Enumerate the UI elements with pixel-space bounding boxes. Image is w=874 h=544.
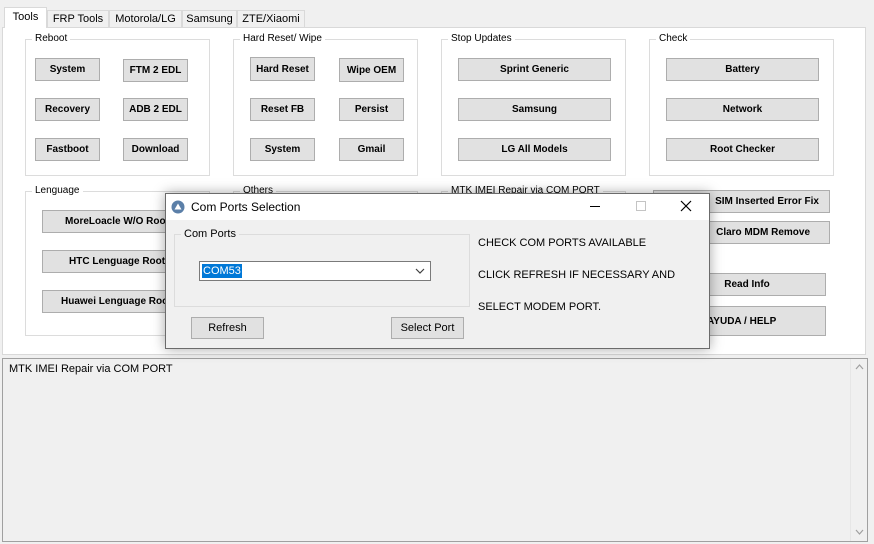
instruction-line-1: CHECK COM PORTS AVAILABLE — [478, 237, 647, 249]
refresh-button[interactable]: Refresh — [191, 317, 264, 339]
reboot-group-title: Reboot — [32, 33, 71, 45]
stop-updates-group-title: Stop Updates — [448, 33, 515, 45]
ftm-2-edl-button[interactable]: FTM 2 EDL — [123, 59, 188, 82]
app-icon — [171, 200, 185, 214]
reset-fb-button[interactable]: Reset FB — [250, 98, 315, 121]
stop-updates-group: Stop Updates Sprint Generic Samsung LG A… — [441, 33, 626, 176]
scroll-down-icon[interactable] — [851, 524, 867, 541]
check-group-title: Check — [656, 33, 691, 45]
selected-com-port: COM53 — [202, 264, 242, 278]
adb-2-edl-button[interactable]: ADB 2 EDL — [123, 98, 188, 121]
com-port-select[interactable]: COM53 — [199, 261, 431, 281]
gmail-button[interactable]: Gmail — [339, 138, 404, 161]
select-port-button[interactable]: Select Port — [391, 317, 464, 339]
tab-samsung[interactable]: Samsung — [182, 10, 237, 27]
reboot-system-button[interactable]: System — [35, 58, 100, 81]
check-group: Check Battery Network Root Checker — [649, 33, 834, 176]
log-scrollbar[interactable] — [850, 359, 867, 541]
tab-motorola-lg[interactable]: Motorola/LG — [109, 10, 182, 27]
com-ports-group-title: Com Ports — [181, 228, 239, 240]
tab-tools[interactable]: Tools — [4, 7, 47, 28]
dialog-titlebar[interactable]: Com Ports Selection — [166, 194, 709, 220]
chevron-down-icon[interactable] — [414, 264, 426, 278]
wipe-oem-button[interactable]: Wipe OEM — [339, 58, 404, 82]
scroll-up-icon[interactable] — [851, 359, 867, 376]
hard-reset-group: Hard Reset/ Wipe Hard Reset Wipe OEM Res… — [233, 33, 418, 176]
reboot-group: Reboot System FTM 2 EDL Recovery ADB 2 E… — [25, 33, 210, 176]
persist-button[interactable]: Persist — [339, 98, 404, 121]
com-ports-group: Com Ports COM53 — [174, 228, 470, 307]
download-button[interactable]: Download — [123, 138, 188, 161]
tab-zte-xiaomi[interactable]: ZTE/Xiaomi — [237, 10, 305, 27]
log-text: MTK IMEI Repair via COM PORT — [9, 363, 173, 375]
dialog-title: Com Ports Selection — [191, 200, 301, 214]
hard-reset-group-title: Hard Reset/ Wipe — [240, 33, 325, 45]
recovery-button[interactable]: Recovery — [35, 98, 100, 121]
tab-frp-tools[interactable]: FRP Tools — [47, 10, 109, 27]
root-checker-button[interactable]: Root Checker — [666, 138, 819, 161]
minimize-icon[interactable] — [572, 194, 618, 220]
sprint-generic-button[interactable]: Sprint Generic — [458, 58, 611, 81]
instruction-line-2: CLICK REFRESH IF NECESSARY AND — [478, 269, 676, 281]
log-textbox[interactable]: MTK IMEI Repair via COM PORT — [2, 358, 868, 542]
close-icon[interactable] — [663, 194, 709, 220]
network-button[interactable]: Network — [666, 98, 819, 121]
battery-button[interactable]: Battery — [666, 58, 819, 81]
wipe-system-button[interactable]: System — [250, 138, 315, 161]
com-ports-dialog: Com Ports Selection Com Ports COM53 CHEC… — [165, 193, 710, 349]
fastboot-button[interactable]: Fastboot — [35, 138, 100, 161]
language-group-title: Lenguage — [32, 185, 83, 197]
lg-all-models-button[interactable]: LG All Models — [458, 138, 611, 161]
hard-reset-button[interactable]: Hard Reset — [250, 57, 315, 81]
maximize-icon[interactable] — [618, 194, 664, 220]
tab-strip: Tools FRP Tools Motorola/LG Samsung ZTE/… — [0, 0, 874, 28]
stop-samsung-button[interactable]: Samsung — [458, 98, 611, 121]
instruction-line-3: SELECT MODEM PORT. — [478, 301, 602, 313]
